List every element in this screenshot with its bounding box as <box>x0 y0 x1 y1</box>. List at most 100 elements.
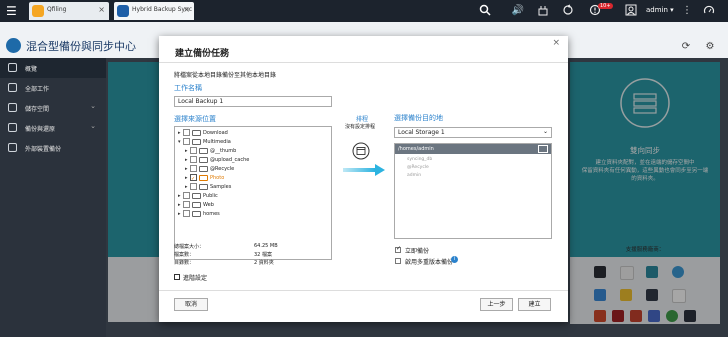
tree-node[interactable]: ▸ Public <box>178 192 218 200</box>
stat-value: 2 資料夾 <box>254 260 274 266</box>
source-label: 選擇來源位置 <box>174 115 216 123</box>
chevron-down-icon: ⌄ <box>90 102 96 110</box>
sidebar-item-storage[interactable]: 儲存空間 ⌄ <box>0 98 106 118</box>
advanced-settings-checkbox[interactable] <box>174 274 180 280</box>
job-name-input[interactable]: Local Backup 1 <box>174 96 332 107</box>
multi-version-checkbox[interactable] <box>395 258 401 264</box>
stat-value: 32 檔案 <box>254 252 272 258</box>
jobs-icon <box>8 83 17 92</box>
gear-icon[interactable]: ⚙ <box>703 40 717 54</box>
chevron-down-icon: ⌄ <box>90 122 96 130</box>
checkbox-checked-icon: ✓ <box>190 174 197 182</box>
new-folder-icon[interactable] <box>538 145 548 153</box>
folder-icon <box>192 129 201 136</box>
tree-node[interactable]: ▸ @upload_cache <box>185 156 249 164</box>
tree-node[interactable]: ▸ @__thumb <box>185 147 236 155</box>
create-button[interactable]: 建立 <box>518 298 551 311</box>
qfiling-app-icon <box>32 5 44 17</box>
tree-node[interactable]: ▸ Web <box>178 201 214 209</box>
advanced-settings-label[interactable]: 進階設定 <box>183 273 207 282</box>
job-name-label: 工作名稱 <box>174 84 202 92</box>
tree-node[interactable]: ▾ Multimedia <box>178 138 231 146</box>
destination-folder-tree[interactable]: /homes/admin syncing_db @Recycle admin <box>394 143 552 239</box>
schedule-subtext: 沒有設定排程 <box>345 124 376 130</box>
destination-label: 選擇備份目的地 <box>394 114 443 122</box>
top-bar: ☰ Qfiling × Hybrid Backup Sync × 🔊 10+ a… <box>0 0 728 22</box>
sidebar-item-label: 儲存空間 <box>25 106 50 113</box>
hamburger-menu-icon[interactable]: ☰ <box>6 4 20 18</box>
sync-icon[interactable] <box>561 4 575 18</box>
close-icon[interactable]: × <box>552 38 560 48</box>
options-icon[interactable]: ⋮ <box>680 4 694 18</box>
divider <box>159 290 568 291</box>
stat-label: 總檔案大小： <box>174 244 205 250</box>
sidebar-item-label: 外部裝置備份 <box>25 146 62 153</box>
folder-icon <box>199 165 208 172</box>
notification-badge: 10+ <box>598 3 613 9</box>
schedule-label[interactable]: 排程 <box>356 114 368 123</box>
volume-icon[interactable]: 🔊 <box>511 4 525 18</box>
destination-select-value: Local Storage 1 <box>398 129 445 136</box>
overview-icon <box>8 63 17 72</box>
dialog-title: 建立備份任務 <box>175 49 230 59</box>
tree-node[interactable]: @Recycle <box>407 165 429 170</box>
folder-icon <box>192 201 201 208</box>
tree-node[interactable]: ▸ @Recycle <box>185 165 234 173</box>
search-icon[interactable] <box>478 4 492 18</box>
folder-icon <box>199 147 208 154</box>
calendar-icon[interactable] <box>352 142 370 160</box>
info-icon[interactable]: i <box>451 256 458 263</box>
tree-node[interactable]: admin <box>407 173 421 178</box>
background-task-icon[interactable] <box>536 4 550 18</box>
hbs-app-icon <box>117 5 129 17</box>
sidebar-item-all-jobs[interactable]: 全部工作 <box>0 78 106 98</box>
sidebar-item-label: 全部工作 <box>25 86 50 93</box>
sidebar: 概覽 全部工作 儲存空間 ⌄ 備份與還原 ⌄ 外部裝置備份 <box>0 58 106 337</box>
backup-now-checkbox[interactable]: ✓ <box>395 245 402 253</box>
backup-now-label[interactable]: 立即備份 <box>405 246 429 255</box>
chevron-down-icon: ⌄ <box>542 128 548 135</box>
sidebar-item-backup-restore[interactable]: 備份與還原 ⌄ <box>0 118 106 138</box>
folder-icon <box>199 183 208 190</box>
sidebar-item-label: 備份與還原 <box>25 126 56 133</box>
dashboard-icon[interactable] <box>702 4 716 18</box>
stat-value: 64.25 MB <box>254 243 278 249</box>
app-title: 混合型備份與同步中心 <box>26 40 136 53</box>
source-folder-tree[interactable]: ▸ Download ▾ Multimedia ▸ @__thumb ▸ @upload… <box>174 126 332 260</box>
create-backup-dialog: 建立備份任務 × 將檔案從本地目錄備份至其他本地目錄 工作名稱 Local Ba… <box>159 36 568 322</box>
close-icon[interactable]: × <box>183 5 190 14</box>
sidebar-item-overview[interactable]: 概覽 <box>0 58 106 78</box>
previous-button[interactable]: 上一步 <box>480 298 513 311</box>
close-icon[interactable]: × <box>98 5 105 14</box>
arrow-right-icon <box>343 164 385 176</box>
user-icon[interactable] <box>624 4 638 18</box>
tree-node[interactable]: ▸ Samples <box>185 183 231 191</box>
stat-label: 目錄數： <box>174 260 195 266</box>
tree-node[interactable]: ▸ Download <box>178 129 228 137</box>
tab-label: Qfiling <box>47 6 67 13</box>
dialog-description: 將檔案從本地目錄備份至其他本地目錄 <box>174 72 277 79</box>
checkmark-icon: ✓ <box>396 245 402 252</box>
storage-icon <box>8 103 17 112</box>
tab-hybrid-backup-sync[interactable]: Hybrid Backup Sync × <box>114 2 194 20</box>
folder-icon <box>192 192 201 199</box>
tree-node[interactable]: ▸ homes <box>178 210 220 218</box>
divider <box>159 62 568 63</box>
destination-path: /homes/admin <box>395 144 551 154</box>
tab-qfiling[interactable]: Qfiling × <box>29 2 109 20</box>
user-menu[interactable]: admin ▾ <box>646 6 674 14</box>
hbs-logo-icon <box>6 38 21 53</box>
multi-version-label[interactable]: 啟用多重版本備份 <box>405 257 453 266</box>
backup-icon <box>8 123 17 132</box>
sidebar-item-external-backup[interactable]: 外部裝置備份 <box>0 138 106 158</box>
folder-icon <box>192 138 201 145</box>
destination-select[interactable]: Local Storage 1 ⌄ <box>394 127 552 138</box>
stat-label: 檔案數： <box>174 252 195 258</box>
sidebar-item-label: 概覽 <box>25 66 38 73</box>
tree-node[interactable]: syncing_db <box>407 157 432 162</box>
external-device-icon <box>8 143 17 152</box>
refresh-icon[interactable]: ⟳ <box>679 40 693 54</box>
tree-node-selected[interactable]: ▸ ✓ Photo <box>185 174 224 182</box>
folder-icon <box>199 156 208 163</box>
cancel-button[interactable]: 取消 <box>174 298 208 311</box>
